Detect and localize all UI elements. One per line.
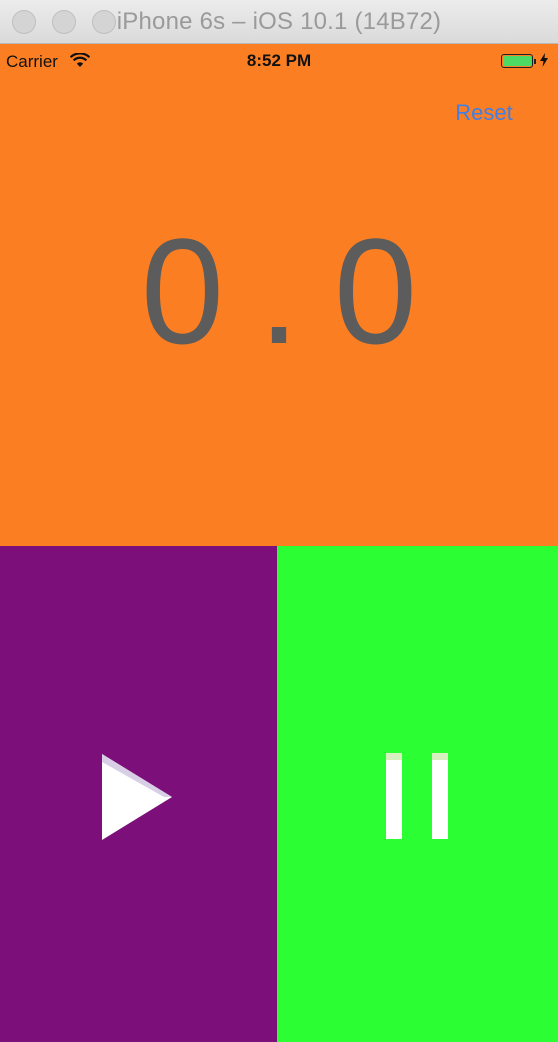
charging-bolt-icon <box>540 53 548 67</box>
battery-tip <box>534 59 536 64</box>
reset-button[interactable]: Reset <box>446 100 522 126</box>
play-icon <box>102 754 172 840</box>
battery-level-fill <box>503 56 531 66</box>
status-time: 8:52 PM <box>246 51 312 70</box>
pause-icon <box>386 753 448 839</box>
battery-icon <box>501 54 533 68</box>
window-title: iPhone 6s – iOS 10.1 (14B72) <box>116 8 442 35</box>
stop-button[interactable] <box>277 546 558 1042</box>
elapsed-time-display: 0.0 <box>140 207 452 375</box>
status-bar: Carrier 8:52 PM <box>0 44 558 78</box>
simulator-title-bar: iPhone 6s – iOS 10.1 (14B72) <box>0 0 558 44</box>
start-button[interactable] <box>0 546 277 1042</box>
device-screen: Carrier 8:52 PM Reset 0.0 <box>0 44 558 1042</box>
